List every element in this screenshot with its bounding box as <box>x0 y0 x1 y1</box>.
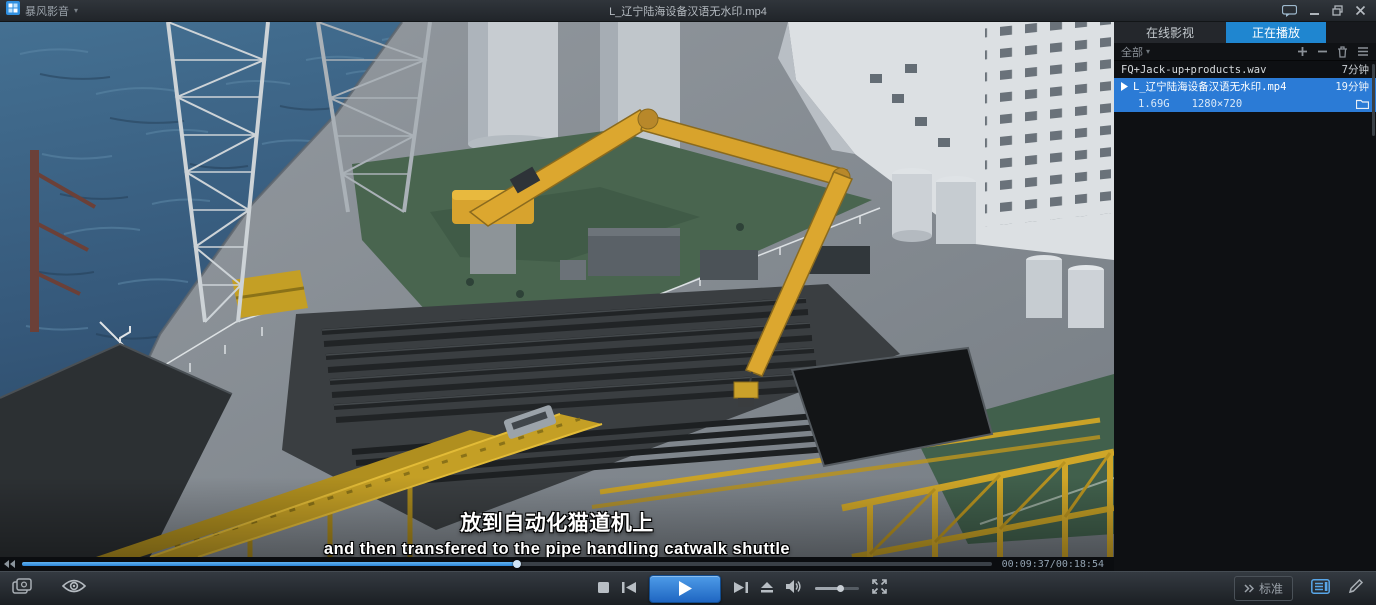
progress-bar[interactable] <box>22 562 992 566</box>
playlist-toolbar: 全部 ▾ <box>1114 43 1376 61</box>
stop-button[interactable] <box>598 580 609 598</box>
file-size: 1.69G <box>1138 98 1170 110</box>
volume-icon[interactable] <box>786 580 802 598</box>
playlist-item-details: 1.69G 1280×720 <box>1114 95 1376 112</box>
baofeng-logo-icon <box>6 1 20 20</box>
filter-dropdown[interactable]: 全部 ▾ <box>1121 44 1150 60</box>
volume-knob[interactable] <box>837 585 844 592</box>
control-bar: 标准 <box>0 571 1376 605</box>
sidebar-tabs: 在线影视 正在播放 <box>1114 22 1376 43</box>
double-chevron-icon <box>1244 584 1254 593</box>
playlist-item-wav[interactable]: FQ+Jack-up+products.wav 7分钟 <box>1114 61 1376 78</box>
playlist-item-name: FQ+Jack-up+products.wav <box>1121 64 1266 76</box>
eject-button[interactable] <box>761 580 773 598</box>
app-name: 暴风影音 <box>25 3 69 19</box>
add-item-icon[interactable] <box>1297 46 1308 57</box>
minimize-button[interactable] <box>1309 5 1320 16</box>
snapshot-camera-icon[interactable] <box>12 578 32 599</box>
playlist-item-current[interactable]: L_辽宁陆海设备汉语无水印.mp4 19分钟 <box>1114 78 1376 95</box>
playlist-sidebar: 在线影视 正在播放 全部 ▾ <box>1114 22 1376 571</box>
close-button[interactable] <box>1355 5 1366 16</box>
previous-track-button[interactable] <box>622 580 636 598</box>
volume-slider[interactable] <box>815 587 859 590</box>
maximize-button[interactable] <box>1332 5 1343 16</box>
chevron-down-icon: ▾ <box>74 6 78 15</box>
chevron-down-icon: ▾ <box>1146 47 1150 56</box>
left-eye-icon[interactable] <box>62 579 86 598</box>
file-resolution: 1280×720 <box>1192 98 1243 110</box>
media-player-window: 暴风影音 ▾ L_辽宁陆海设备汉语无水印.mp4 <box>0 0 1376 605</box>
remove-item-icon[interactable] <box>1317 46 1328 57</box>
message-icon[interactable] <box>1282 5 1297 17</box>
playback-speed-button[interactable]: 标准 <box>1234 576 1293 601</box>
next-track-button[interactable] <box>734 580 748 598</box>
now-playing-icon <box>1121 82 1128 91</box>
playlist-item-duration: 19分钟 <box>1335 79 1369 94</box>
speed-label: 标准 <box>1259 580 1283 597</box>
play-button[interactable] <box>649 575 721 603</box>
tab-now-playing[interactable]: 正在播放 <box>1226 22 1326 43</box>
window-title: L_辽宁陆海设备汉语无水印.mp4 <box>0 3 1376 19</box>
app-logo[interactable]: 暴风影音 ▾ <box>0 1 78 20</box>
progress-knob[interactable] <box>513 560 521 568</box>
sort-grid-icon[interactable] <box>1357 46 1369 57</box>
time-display: 00:09:37/00:18:54 <box>1002 559 1104 570</box>
playlist-item-duration: 7分钟 <box>1342 62 1369 77</box>
progress-strip: 00:09:37/00:18:54 <box>0 557 1114 571</box>
tab-online-movies[interactable]: 在线影视 <box>1114 22 1226 43</box>
video-scene <box>0 22 1114 557</box>
folder-icon[interactable] <box>1356 99 1369 109</box>
fullscreen-icon[interactable] <box>872 579 887 599</box>
volume-fill <box>815 587 841 590</box>
playlist-item-name: L_辽宁陆海设备汉语无水印.mp4 <box>1133 79 1286 94</box>
edit-pencil-icon[interactable] <box>1348 578 1364 599</box>
video-area[interactable]: 放到自动化猫道机上 and then transfered to the pip… <box>0 22 1114 571</box>
sidebar-scrollbar[interactable] <box>1372 64 1375 136</box>
progress-fill <box>22 562 517 566</box>
titlebar: 暴风影音 ▾ L_辽宁陆海设备汉语无水印.mp4 <box>0 0 1376 22</box>
delete-trash-icon[interactable] <box>1337 46 1348 58</box>
playlist-panel-icon[interactable] <box>1311 579 1330 599</box>
